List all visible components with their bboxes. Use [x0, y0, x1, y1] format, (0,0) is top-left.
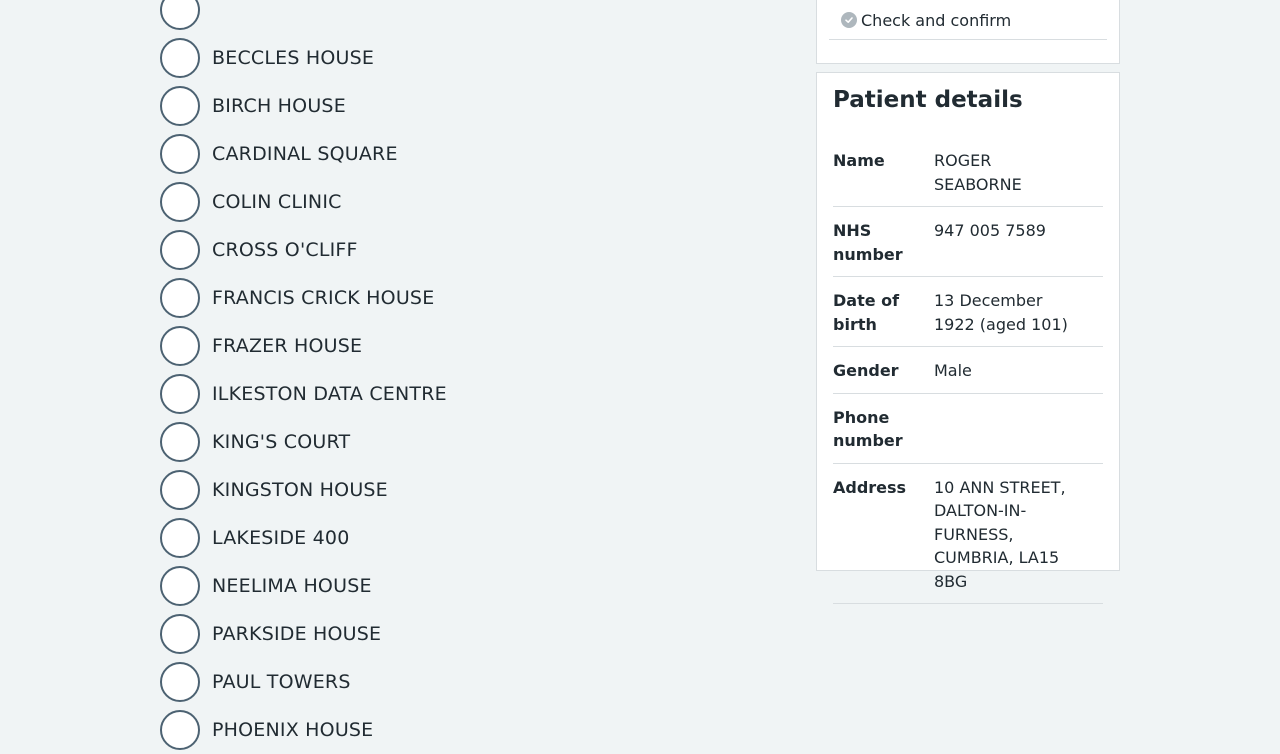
location-option-label: KINGSTON HOUSE [212, 479, 388, 501]
patient-details-title: Patient details [833, 87, 1023, 113]
location-option-label: BECCLES HOUSE [212, 47, 375, 69]
location-option-frazer-house[interactable]: FRAZER HOUSE [160, 322, 760, 370]
step-label: Check and confirm [861, 10, 1012, 30]
location-option-lakeside-400[interactable]: LAKESIDE 400 [160, 514, 760, 562]
radio-button[interactable] [160, 374, 200, 414]
patient-row-name: Name ROGER SEABORNE [833, 137, 1103, 207]
detail-value: 947 005 7589 [934, 221, 1046, 240]
location-option-ilkeston-data-centre[interactable]: ILKESTON DATA CENTRE [160, 370, 760, 418]
location-option[interactable] [160, 0, 760, 34]
location-option-label: LAKESIDE 400 [212, 527, 350, 549]
check-circle-icon [841, 12, 857, 28]
location-option-label: COLIN CLINIC [212, 191, 342, 213]
radio-button[interactable] [160, 278, 200, 318]
location-option-colin-clinic[interactable]: COLIN CLINIC [160, 178, 760, 226]
location-option-cross-ocliff[interactable]: CROSS O'CLIFF [160, 226, 760, 274]
location-option-label: ILKESTON DATA CENTRE [212, 383, 447, 405]
location-option-label: FRAZER HOUSE [212, 335, 363, 357]
location-option-kingston-house[interactable]: KINGSTON HOUSE [160, 466, 760, 514]
detail-key: NHS number [833, 221, 903, 264]
location-option-francis-crick-house[interactable]: FRANCIS CRICK HOUSE [160, 274, 760, 322]
patient-row-gender: Gender Male [833, 347, 1103, 394]
detail-value: 10 ANN STREET, DALTON-IN-FURNESS, CUMBRI… [934, 477, 1066, 591]
location-option-label: CARDINAL SQUARE [212, 143, 398, 165]
location-option-beccles-house[interactable]: BECCLES HOUSE [160, 34, 760, 82]
patient-row-phone-number: Phone number [833, 394, 1103, 464]
location-option-label: CROSS O'CLIFF [212, 239, 358, 261]
location-option-parkside-house[interactable]: PARKSIDE HOUSE [160, 610, 760, 658]
radio-button[interactable] [160, 662, 200, 702]
patient-details-card: Patient details Name ROGER SEABORNE NHS … [816, 72, 1120, 604]
location-option-label: BIRCH HOUSE [212, 95, 346, 117]
location-option-neelima-house[interactable]: NEELIMA HOUSE [160, 562, 760, 610]
step-check-and-confirm[interactable]: Check and confirm [829, 1, 1107, 40]
location-option-label: KING'S COURT [212, 431, 351, 453]
radio-button[interactable] [160, 0, 200, 30]
detail-value: 13 December 1922 (aged 101) [934, 291, 1068, 334]
location-option-phoenix-house[interactable]: PHOENIX HOUSE [160, 706, 760, 754]
radio-button[interactable] [160, 38, 200, 78]
detail-key: Phone number [833, 407, 903, 451]
radio-button[interactable] [160, 182, 200, 222]
location-option-label: PAUL TOWERS [212, 671, 351, 693]
radio-button[interactable] [160, 134, 200, 174]
detail-key: Address [833, 477, 907, 497]
radio-button[interactable] [160, 470, 200, 510]
patient-row-nhs-number: NHS number 947 005 7589 [833, 207, 1103, 277]
patient-row-date-of-birth: Date of birth 13 December 1922 (aged 101… [833, 277, 1103, 347]
detail-key: Date of birth [833, 291, 900, 334]
detail-key: Gender [833, 361, 899, 380]
location-option-label: PHOENIX HOUSE [212, 719, 374, 741]
radio-button[interactable] [160, 326, 200, 366]
radio-button[interactable] [160, 230, 200, 270]
radio-button[interactable] [160, 566, 200, 606]
location-option-paul-towers[interactable]: PAUL TOWERS [160, 658, 760, 706]
location-option-cardinal-square[interactable]: CARDINAL SQUARE [160, 130, 760, 178]
detail-value [934, 406, 1103, 453]
radio-button[interactable] [160, 614, 200, 654]
progress-steps-card: Check and confirm [816, 0, 1120, 64]
detail-value: ROGER SEABORNE [934, 151, 1022, 194]
radio-button[interactable] [160, 422, 200, 462]
detail-value: Male [934, 361, 972, 380]
location-option-birch-house[interactable]: BIRCH HOUSE [160, 82, 760, 130]
radio-button[interactable] [160, 710, 200, 750]
location-option-label: NEELIMA HOUSE [212, 575, 372, 597]
location-option-label: PARKSIDE HOUSE [212, 623, 382, 645]
radio-button[interactable] [160, 518, 200, 558]
location-radio-group: BECCLES HOUSE BIRCH HOUSE CARDINAL SQUAR… [160, 0, 760, 754]
location-option-label: FRANCIS CRICK HOUSE [212, 287, 435, 309]
patient-row-address: Address 10 ANN STREET, DALTON-IN-FURNESS… [833, 464, 1103, 604]
detail-key: Name [833, 151, 885, 170]
patient-details-list: Name ROGER SEABORNE NHS number 947 005 7… [833, 137, 1103, 604]
radio-button[interactable] [160, 86, 200, 126]
location-option-kings-court[interactable]: KING'S COURT [160, 418, 760, 466]
